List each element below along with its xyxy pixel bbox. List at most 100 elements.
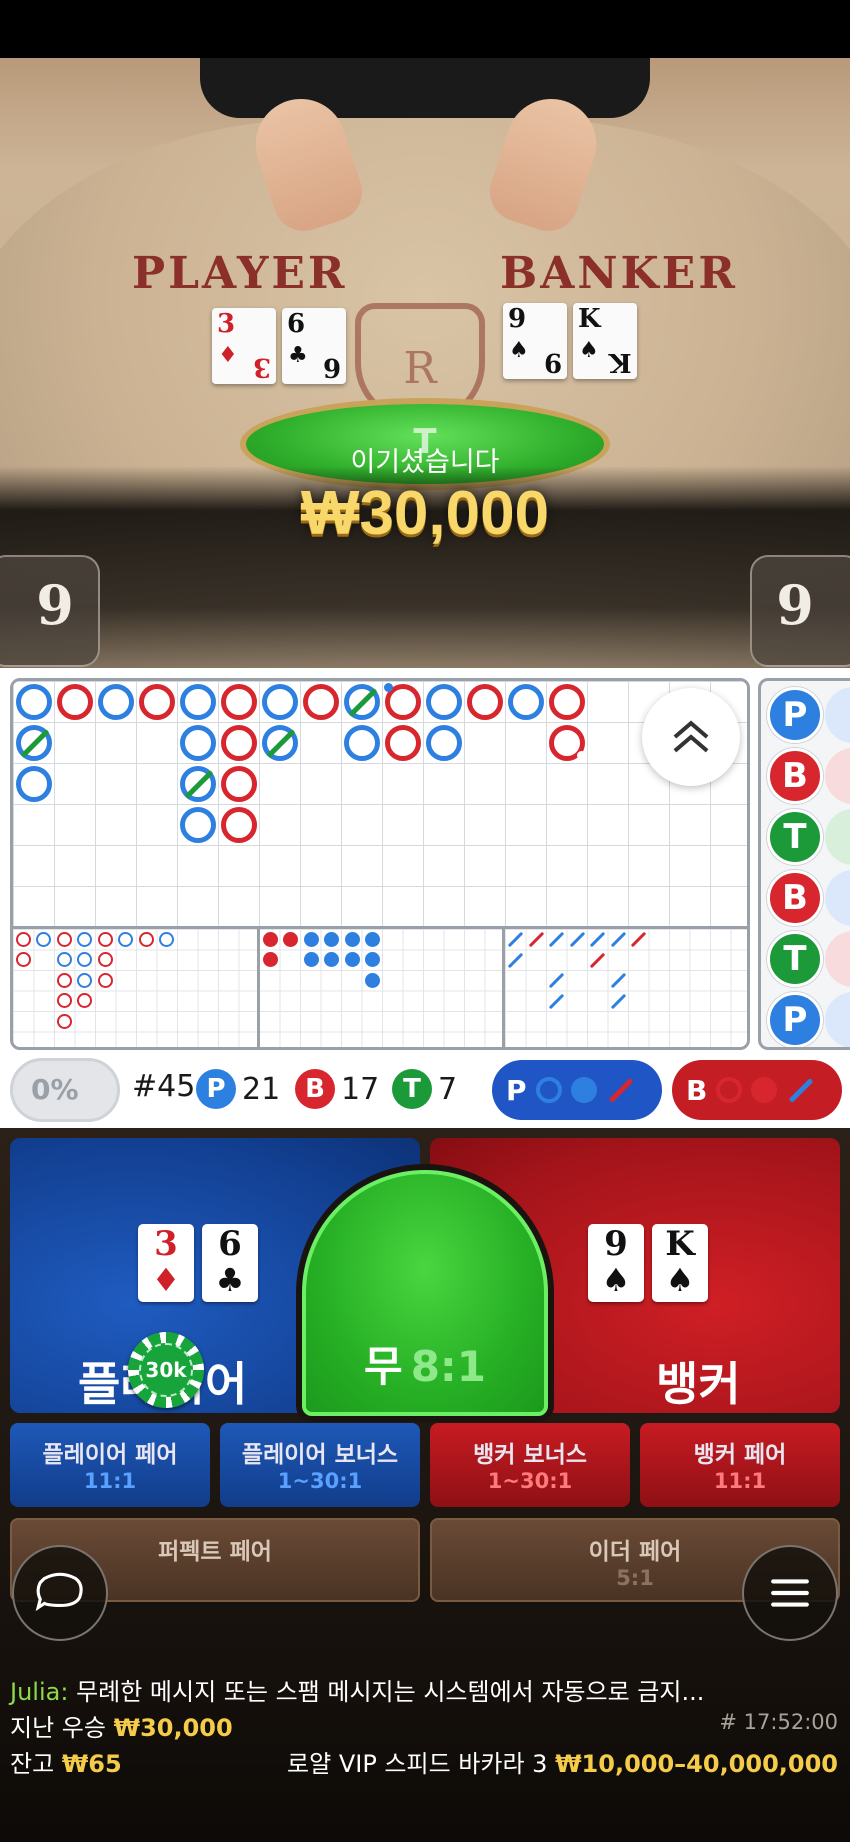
chat-bubble-icon <box>35 1572 83 1612</box>
divider <box>502 926 505 1047</box>
predict-cockroach-icon <box>608 1077 633 1103</box>
big-road-banker-mark <box>138 683 175 720</box>
big-road-banker-mark <box>548 724 586 761</box>
last-win: 지난 우승 ₩30,000 <box>10 1714 233 1742</box>
big-eye-road-mark <box>138 931 154 947</box>
player-score: 9 <box>0 555 100 667</box>
banker-pair-dot <box>576 750 586 760</box>
bet-banker-card-1: 9 ♠ <box>588 1224 644 1302</box>
big-road-player-mark <box>425 724 462 761</box>
video-player-card-1: 3 ♦ 3 <box>212 308 276 384</box>
big-eye-road-mark <box>56 1013 72 1029</box>
big-eye-road-mark <box>36 931 51 947</box>
video-player-card-2: 6 ♣ 6 <box>282 308 346 384</box>
player-count: P 21 <box>196 1069 280 1109</box>
player-pair-bet[interactable]: 플레이어 페어 11:1 <box>10 1423 210 1507</box>
big-eye-road-mark <box>97 931 113 947</box>
bet-banker-card-2: K ♠ <box>652 1224 708 1302</box>
tie-icon: T <box>392 1069 432 1109</box>
banker-icon: B <box>295 1069 335 1109</box>
big-road-player-mark <box>261 724 298 761</box>
bead-road-mark-next <box>825 992 850 1047</box>
small-road-mark <box>324 952 339 967</box>
menu-button[interactable] <box>742 1545 838 1641</box>
bead-road-mark: T <box>767 809 823 865</box>
bead-road-mark-next <box>825 931 850 987</box>
tie-bet-label: 무 8:1 <box>364 1342 486 1391</box>
big-road-player-mark <box>343 724 380 761</box>
bead-road-mark: B <box>767 748 823 804</box>
roadmap-panel[interactable]: PBTBTP <box>0 668 850 1053</box>
big-road-banker-mark <box>220 683 257 720</box>
big-eye-road-mark <box>97 952 113 967</box>
big-eye-road-mark <box>56 931 72 947</box>
small-road-mark <box>365 972 380 988</box>
big-road-player-mark <box>179 724 216 761</box>
video-banker-card-2: K ♠ K <box>573 303 637 379</box>
banker-bonus-bet[interactable]: 뱅커 보너스 1~30:1 <box>430 1423 630 1507</box>
big-road-banker-mark <box>220 765 257 802</box>
chat-username: Julia: <box>10 1678 69 1706</box>
big-eye-road-mark <box>77 931 92 947</box>
small-road-mark <box>344 931 360 947</box>
tie-slash <box>348 687 377 717</box>
bet-player-card-2: 6 ♣ <box>202 1224 258 1302</box>
big-eye-road-mark <box>56 952 72 967</box>
banker-bet-label: 뱅커 <box>656 1357 741 1411</box>
banker-prediction-button[interactable]: B <box>672 1060 842 1120</box>
table-banker-label: BANKER <box>500 248 738 299</box>
bead-road-mark-next <box>825 687 850 743</box>
small-road-mark <box>262 931 278 947</box>
table-info[interactable]: 로얄 VIP 스피드 바카라 3 ₩10,000–40,000,000 <box>287 1744 838 1779</box>
chat-button[interactable] <box>12 1545 108 1641</box>
bead-road-mark-next <box>825 748 850 804</box>
player-pair-dot <box>383 682 393 692</box>
big-road-player-mark <box>15 683 52 720</box>
player-prediction-button[interactable]: P <box>492 1060 662 1120</box>
predict-small-road-icon <box>751 1077 778 1103</box>
banker-score: 9 <box>750 555 850 667</box>
win-amount: ₩30,000 <box>300 479 550 548</box>
big-eye-road-mark <box>159 931 174 947</box>
small-road-mark <box>344 952 360 967</box>
collapse-roadmap-button[interactable] <box>642 688 740 786</box>
banker-pair-bet[interactable]: 뱅커 페어 11:1 <box>640 1423 840 1507</box>
tie-bet-spot[interactable]: 무 8:1 <box>302 1170 548 1416</box>
placed-chip: 30k <box>128 1332 204 1408</box>
predict-big-eye-icon <box>716 1077 743 1103</box>
big-eye-road-mark <box>77 993 92 1008</box>
tie-slash <box>184 769 213 799</box>
big-eye-road-mark <box>56 993 72 1008</box>
chat-text: 무례한 메시지 또는 스팸 메시지는 시스템에서 자동으로 금지... <box>76 1678 705 1706</box>
big-road-player-mark <box>97 683 134 720</box>
bead-road-mark-next <box>825 870 850 926</box>
big-road-banker-mark <box>302 683 339 720</box>
small-road-mark <box>365 931 380 947</box>
tie-count: T 7 <box>392 1069 457 1109</box>
big-road-player-mark <box>15 724 52 761</box>
tie-slash <box>266 728 295 758</box>
big-road-banker-mark <box>548 683 585 720</box>
big-eye-road-mark <box>118 931 133 947</box>
player-bonus-bet[interactable]: 플레이어 보너스 1~30:1 <box>220 1423 420 1507</box>
round-id: # 17:52:00 <box>719 1710 838 1734</box>
small-road-mark <box>283 931 298 947</box>
chevron-double-up-icon <box>673 720 709 753</box>
dealer-figure <box>200 58 650 118</box>
win-message: 이기셨습니다 <box>350 447 500 478</box>
big-road-player-mark <box>179 683 216 720</box>
divider <box>257 926 260 1047</box>
big-road-player-mark <box>179 765 216 802</box>
big-road-player-mark <box>261 683 298 720</box>
small-road-mark <box>365 952 380 967</box>
big-road-board[interactable] <box>10 678 750 1050</box>
big-eye-road-mark <box>15 931 31 947</box>
tie-slash <box>20 728 49 758</box>
bead-road-column[interactable]: PBTBTP <box>758 678 850 1050</box>
percent-toggle[interactable]: 0% <box>10 1058 120 1122</box>
big-road-player-mark <box>179 806 216 843</box>
big-road-banker-mark <box>56 683 93 720</box>
banker-count: B 17 <box>295 1069 379 1109</box>
table-player-label: PLAYER <box>132 248 348 299</box>
player-icon: P <box>196 1069 236 1109</box>
